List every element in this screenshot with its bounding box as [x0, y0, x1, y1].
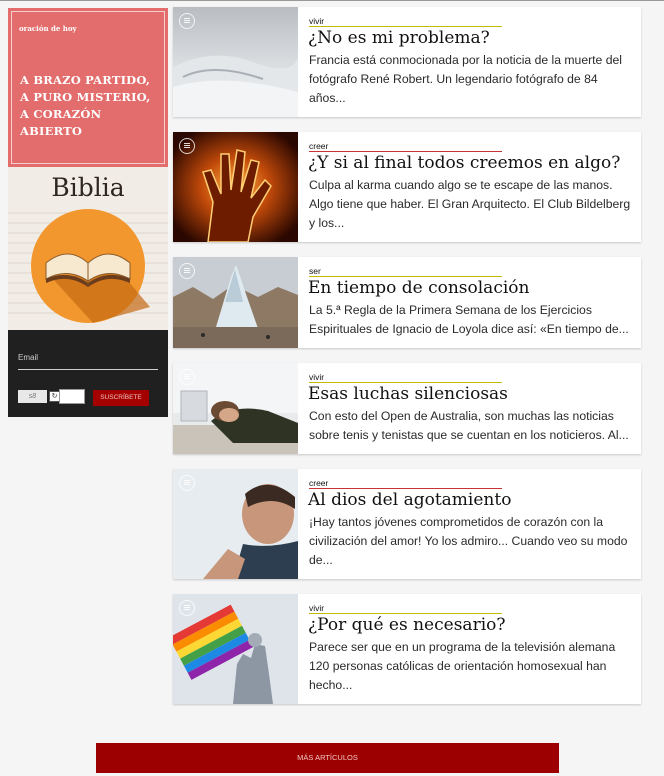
subscribe-button[interactable]: SUSCRÍBETE	[93, 390, 149, 406]
article-category[interactable]: creer	[309, 141, 502, 152]
article-thumbnail[interactable]	[173, 257, 298, 348]
captcha-image: s8	[18, 390, 47, 403]
bible-title: Biblia	[51, 173, 125, 202]
article-title[interactable]: Al dios del agotamiento	[308, 489, 638, 511]
email-label: Email	[18, 353, 39, 362]
email-field[interactable]	[18, 369, 158, 370]
document-icon	[179, 263, 195, 279]
article-excerpt: ¡Hay tantos jóvenes comprometidos de cor…	[309, 515, 628, 567]
document-icon	[179, 138, 195, 154]
article-category[interactable]: vivir	[309, 16, 502, 27]
article-thumbnail[interactable]	[173, 469, 298, 579]
promo-title: A BRAZO PARTIDO, A PURO MISTERIO, A CORA…	[20, 73, 151, 138]
article-title[interactable]: ¿Por qué es necesario?	[308, 614, 638, 636]
article-thumbnail[interactable]	[173, 363, 298, 454]
article-card[interactable]: creer ¿Y si al final todos creemos en al…	[173, 132, 641, 242]
article-category[interactable]: creer	[309, 478, 502, 489]
article-title[interactable]: Esas luchas silenciosas	[308, 383, 638, 405]
captcha-input[interactable]	[59, 389, 85, 404]
more-articles-button[interactable]: MÁS ARTÍCULOS	[96, 743, 559, 773]
bible-banner[interactable]: Biblia	[8, 167, 168, 330]
article-excerpt: Parece ser que en un programa de la tele…	[309, 640, 616, 692]
article-thumbnail[interactable]	[173, 132, 298, 242]
article-card[interactable]: vivir ¿Por qué es necesario? Parece ser …	[173, 594, 641, 704]
article-title[interactable]: En tiempo de consolación	[308, 277, 638, 299]
article-category[interactable]: vivir	[309, 372, 502, 383]
article-card[interactable]: ser En tiempo de consolación La 5.ª Regl…	[173, 257, 641, 348]
article-card[interactable]: vivir ¿No es mi problema? Francia está c…	[173, 7, 641, 117]
document-icon	[179, 600, 195, 616]
article-thumbnail[interactable]	[173, 594, 298, 704]
article-excerpt: Francia está conmocionada por la noticia…	[309, 53, 622, 105]
article-title[interactable]: ¿Y si al final todos creemos en algo?	[308, 152, 638, 174]
prayer-promo-card[interactable]: oración de hoy A BRAZO PARTIDO, A PURO M…	[8, 8, 168, 167]
document-icon	[179, 475, 195, 491]
article-excerpt: Con esto del Open de Australia, son much…	[309, 409, 629, 442]
promo-kicker: oración de hoy	[19, 24, 77, 33]
document-icon	[179, 369, 195, 385]
top-divider	[0, 0, 664, 1]
article-category[interactable]: ser	[309, 266, 502, 277]
article-title[interactable]: ¿No es mi problema?	[308, 27, 638, 49]
article-card[interactable]: creer Al dios del agotamiento ¡Hay tanto…	[173, 469, 641, 579]
article-card[interactable]: vivir Esas luchas silenciosas Con esto d…	[173, 363, 641, 454]
article-excerpt: Culpa al karma cuando algo se te escape …	[309, 178, 631, 230]
article-thumbnail[interactable]	[173, 7, 298, 117]
article-excerpt: La 5.ª Regla de la Primera Semana de los…	[309, 303, 629, 336]
newsletter-form: Email s8 ↻ SUSCRÍBETE	[8, 330, 168, 417]
document-icon	[179, 13, 195, 29]
article-category[interactable]: vivir	[309, 603, 502, 614]
